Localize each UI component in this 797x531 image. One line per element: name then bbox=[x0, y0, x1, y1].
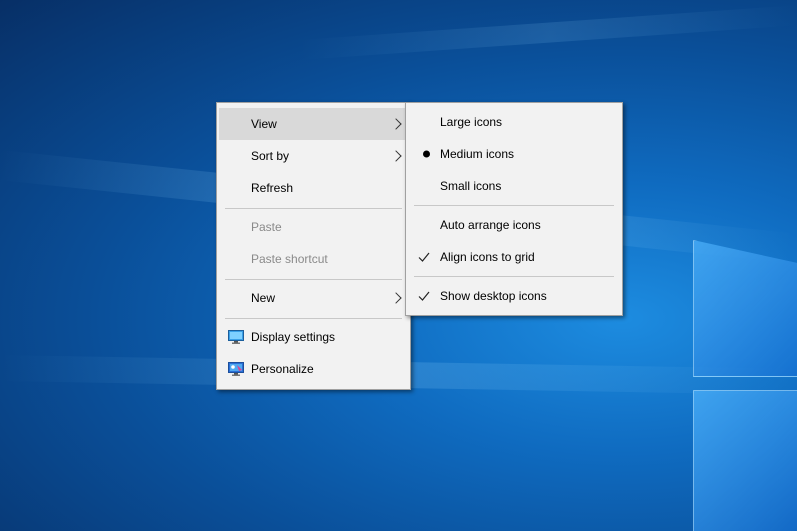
menu-item-label: Display settings bbox=[251, 330, 336, 344]
menu-item-label: Sort by bbox=[251, 149, 290, 163]
radio-bullet-icon bbox=[423, 150, 430, 158]
menu-item-paste[interactable]: Paste bbox=[219, 211, 408, 243]
menu-item-view[interactable]: View bbox=[219, 108, 408, 140]
submenu-item-large-icons[interactable]: Large icons bbox=[408, 106, 620, 138]
menu-item-sort-by[interactable]: Sort by bbox=[219, 140, 408, 172]
desktop-context-menu: View Sort by Refresh Paste Paste shortcu… bbox=[216, 102, 411, 390]
menu-separator bbox=[225, 318, 402, 319]
personalize-icon bbox=[228, 362, 244, 376]
chevron-right-icon bbox=[390, 118, 402, 130]
submenu-item-medium-icons[interactable]: Medium icons bbox=[408, 138, 620, 170]
menu-item-label: View bbox=[251, 117, 277, 131]
menu-item-label: Paste shortcut bbox=[251, 252, 328, 266]
menu-item-label: Personalize bbox=[251, 362, 314, 376]
menu-item-label: New bbox=[251, 291, 276, 305]
chevron-right-icon bbox=[390, 292, 402, 304]
menu-item-refresh[interactable]: Refresh bbox=[219, 172, 408, 204]
menu-item-label: Paste bbox=[251, 220, 282, 234]
submenu-item-show-desktop-icons[interactable]: Show desktop icons bbox=[408, 280, 620, 312]
menu-item-display-settings[interactable]: Display settings bbox=[219, 321, 408, 353]
checkmark-icon bbox=[418, 251, 430, 263]
menu-separator bbox=[414, 205, 614, 206]
display-settings-icon bbox=[228, 330, 244, 344]
menu-item-personalize[interactable]: Personalize bbox=[219, 353, 408, 385]
menu-separator bbox=[414, 276, 614, 277]
light-beam bbox=[299, 5, 797, 60]
menu-item-paste-shortcut[interactable]: Paste shortcut bbox=[219, 243, 408, 275]
menu-separator bbox=[225, 279, 402, 280]
menu-item-label: Auto arrange icons bbox=[440, 218, 541, 232]
menu-item-label: Refresh bbox=[251, 181, 294, 195]
checkmark-icon bbox=[418, 290, 430, 302]
submenu-item-align-to-grid[interactable]: Align icons to grid bbox=[408, 241, 620, 273]
menu-item-label: Large icons bbox=[440, 115, 503, 129]
menu-item-label: Align icons to grid bbox=[440, 250, 535, 264]
menu-separator bbox=[225, 208, 402, 209]
menu-item-label: Medium icons bbox=[440, 147, 515, 161]
menu-item-label: Small icons bbox=[440, 179, 502, 193]
submenu-item-auto-arrange[interactable]: Auto arrange icons bbox=[408, 209, 620, 241]
chevron-right-icon bbox=[390, 150, 402, 162]
submenu-item-small-icons[interactable]: Small icons bbox=[408, 170, 620, 202]
logo-pane bbox=[693, 390, 797, 531]
view-submenu: Large icons Medium icons Small icons Aut… bbox=[405, 102, 623, 316]
menu-item-label: Show desktop icons bbox=[440, 289, 547, 303]
menu-item-new[interactable]: New bbox=[219, 282, 408, 314]
logo-pane bbox=[693, 240, 797, 377]
